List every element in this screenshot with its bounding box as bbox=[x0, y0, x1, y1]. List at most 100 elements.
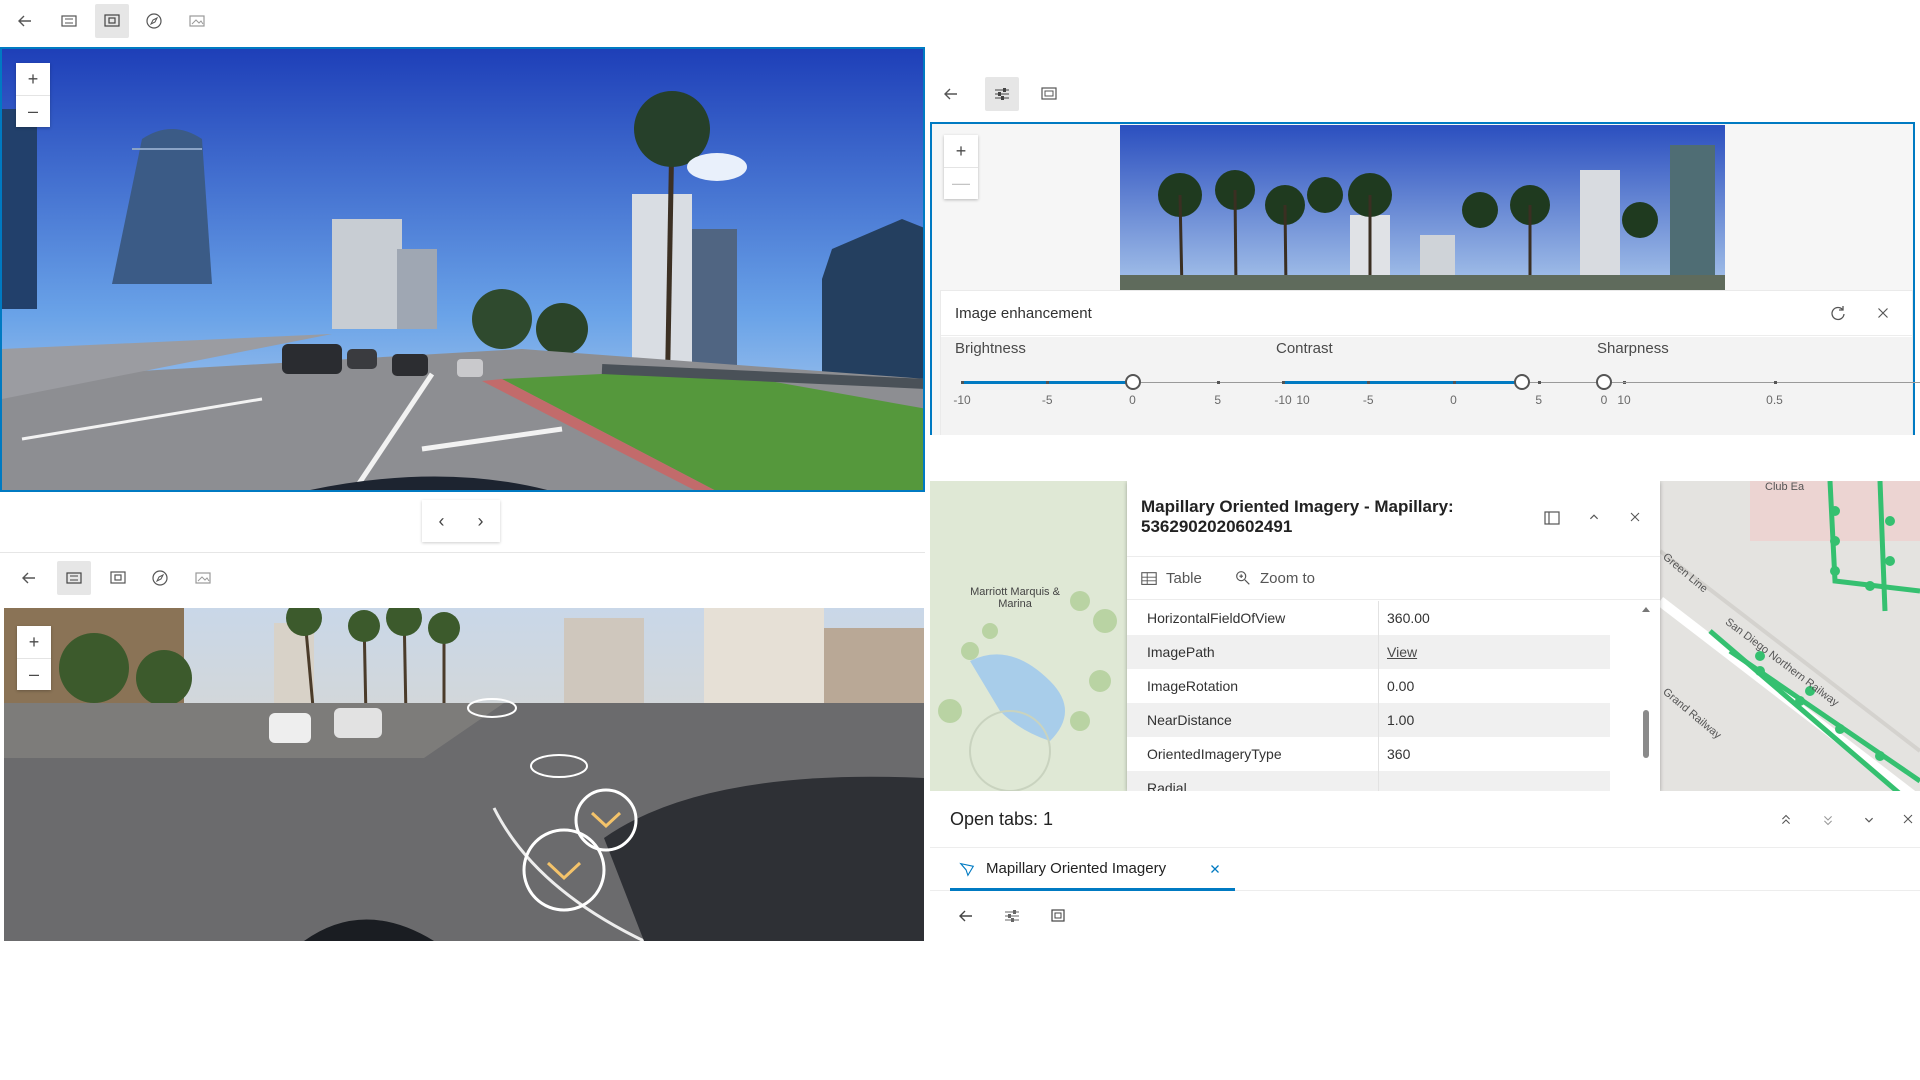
close-icon[interactable] bbox=[1900, 811, 1916, 827]
slider-thumb[interactable] bbox=[1124, 374, 1141, 390]
collapse-all-icon[interactable] bbox=[1777, 811, 1795, 829]
oriented-imagery-icon bbox=[959, 862, 975, 877]
zoom-out-button[interactable]: – bbox=[17, 658, 51, 690]
zoom-control: + – bbox=[17, 626, 51, 690]
zoom-in-button[interactable]: + bbox=[944, 135, 978, 167]
slider-tick bbox=[961, 381, 964, 384]
attribute-link[interactable]: View bbox=[1387, 644, 1417, 660]
slider-tick-label: -10 bbox=[953, 393, 971, 407]
image-dims-button[interactable] bbox=[1041, 899, 1075, 933]
expand-all-icon[interactable] bbox=[1819, 811, 1837, 829]
attribute-row: HorizontalFieldOfView 360.00 bbox=[1127, 601, 1610, 635]
scroll-thumb[interactable] bbox=[1643, 710, 1649, 758]
chevron-up-icon[interactable] bbox=[1585, 508, 1603, 526]
image-enhancement-panel: Image enhancement Brightness -10 -5 0 5 10 Con… bbox=[940, 290, 1920, 435]
back-button[interactable] bbox=[934, 77, 968, 111]
close-icon[interactable] bbox=[1874, 304, 1892, 322]
image-gallery-icon bbox=[61, 15, 77, 27]
image-dims-button[interactable] bbox=[180, 4, 214, 38]
dock-icon[interactable] bbox=[1542, 508, 1562, 528]
slider-tick-label: 10 bbox=[1296, 393, 1310, 407]
street-scene bbox=[2, 49, 923, 490]
slider-tick-label: -10 bbox=[1274, 393, 1292, 407]
back-arrow-icon bbox=[944, 88, 957, 100]
slider-tick bbox=[1537, 381, 1541, 384]
street-image-top-left[interactable]: + – bbox=[0, 47, 925, 492]
enhancement-body: Brightness -10 -5 0 5 10 Contrast -10 -5 0 5 10 Shar… bbox=[941, 337, 1920, 435]
tab-label: Mapillary Oriented Imagery bbox=[986, 860, 1167, 877]
column-separator bbox=[1378, 601, 1379, 635]
slider-tick-label: 0 bbox=[1450, 393, 1457, 407]
table-action[interactable]: Table bbox=[1166, 570, 1202, 587]
compass-button[interactable] bbox=[137, 4, 171, 38]
attribute-key: HorizontalFieldOfView bbox=[1147, 610, 1286, 626]
attribute-key: Radial bbox=[1147, 780, 1187, 791]
panorama-image[interactable] bbox=[1120, 125, 1725, 290]
image-enhancement-button[interactable] bbox=[95, 4, 129, 38]
slider-thumb[interactable] bbox=[1596, 374, 1612, 390]
popup-actions: Table Zoom to bbox=[1127, 556, 1660, 600]
street-scene-panorama bbox=[4, 608, 924, 941]
image-enhancement-button[interactable] bbox=[985, 77, 1019, 111]
compass-icon bbox=[152, 570, 168, 586]
zoom-in-button[interactable]: + bbox=[16, 63, 50, 95]
next-image-button[interactable]: › bbox=[478, 511, 484, 532]
image-dims-button[interactable] bbox=[1032, 77, 1066, 111]
viewer-bottom-left: + – bbox=[0, 552, 930, 947]
tab-mapillary-oriented-imagery[interactable]: Mapillary Oriented Imagery bbox=[950, 848, 1235, 891]
street-image-bottom-left[interactable]: + – bbox=[4, 608, 924, 941]
image-gallery-button[interactable] bbox=[57, 561, 91, 595]
viewer-top-right: + — Image enhancement Brightness -10 -5 0 5 1… bbox=[930, 75, 1920, 435]
tab-strip: Mapillary Oriented Imagery bbox=[930, 847, 1920, 891]
zoom-out-button[interactable]: — bbox=[944, 167, 978, 199]
image-enhancement-icon bbox=[110, 571, 126, 584]
back-button[interactable] bbox=[8, 4, 42, 38]
sliders-icon bbox=[995, 88, 1009, 100]
reset-icon[interactable] bbox=[1828, 303, 1848, 323]
slider-fill bbox=[1283, 381, 1522, 384]
back-arrow-icon bbox=[22, 572, 35, 584]
zoom-to-action[interactable]: Zoom to bbox=[1260, 570, 1315, 587]
image-dims-icon bbox=[189, 15, 205, 27]
slider-tick bbox=[1282, 381, 1285, 384]
slider-thumb[interactable] bbox=[1513, 374, 1530, 390]
back-button[interactable] bbox=[949, 899, 983, 933]
tab-close-icon[interactable] bbox=[1208, 862, 1222, 876]
attribute-row: OrientedImageryType 360 bbox=[1127, 737, 1610, 771]
slider-tick-label: 0.5 bbox=[1766, 393, 1783, 407]
map-label-club: Club Ea bbox=[1765, 481, 1805, 493]
attribute-row: ImageRotation 0.00 bbox=[1127, 669, 1610, 703]
map-view[interactable]: Marriott Marquis & Marina Club Ea Green … bbox=[930, 481, 1920, 791]
previous-image-button[interactable]: ‹ bbox=[439, 511, 445, 532]
slider-tick bbox=[1773, 381, 1777, 384]
panorama-scene bbox=[1120, 125, 1725, 290]
image-enhancement-icon bbox=[104, 14, 120, 27]
scrollbar[interactable] bbox=[1640, 603, 1652, 791]
scroll-up-icon[interactable] bbox=[1640, 603, 1652, 615]
back-button[interactable] bbox=[12, 561, 46, 595]
slider-tick-label: 5 bbox=[1214, 393, 1222, 407]
column-separator bbox=[1378, 737, 1379, 771]
slider-tick bbox=[1452, 381, 1456, 384]
column-separator bbox=[1378, 635, 1379, 669]
image-gallery-button[interactable] bbox=[52, 4, 86, 38]
close-icon[interactable] bbox=[1627, 509, 1643, 525]
zoom-control: + — bbox=[944, 135, 978, 199]
chevron-down-icon[interactable] bbox=[1860, 811, 1878, 829]
attribute-row: Radial bbox=[1127, 771, 1610, 791]
image-enhancement-button[interactable] bbox=[995, 899, 1029, 933]
slider-track[interactable] bbox=[1604, 382, 1920, 383]
enhancement-header: Image enhancement bbox=[941, 291, 1912, 336]
slider-tick bbox=[1367, 381, 1371, 384]
image-dims-button[interactable] bbox=[186, 561, 220, 595]
open-tabs-title: Open tabs: 1 bbox=[950, 809, 1054, 829]
compass-button[interactable] bbox=[143, 561, 177, 595]
zoom-out-button[interactable]: – bbox=[16, 95, 50, 127]
back-arrow-icon bbox=[959, 910, 972, 922]
column-separator bbox=[1378, 703, 1379, 737]
image-enhancement-button[interactable] bbox=[101, 561, 135, 595]
slider-tick-label: 0 bbox=[1129, 393, 1136, 407]
open-tabs-panel: Open tabs: 1 Mapillary Oriented Imagery bbox=[930, 791, 1920, 946]
zoom-in-button[interactable]: + bbox=[17, 626, 51, 658]
image-nav: ‹ › bbox=[422, 500, 500, 542]
